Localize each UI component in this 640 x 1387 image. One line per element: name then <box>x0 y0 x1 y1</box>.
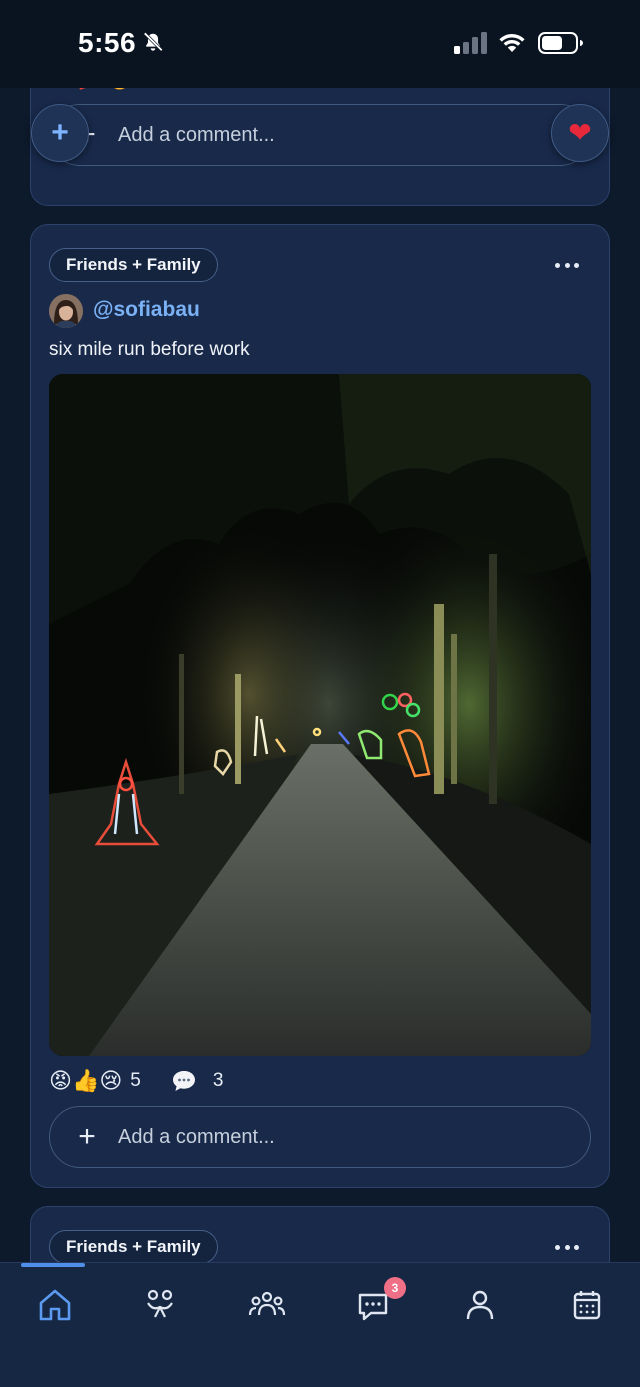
home-icon <box>39 1289 71 1321</box>
audience-badge[interactable]: Friends + Family <box>49 1230 218 1262</box>
post-caption: six mile run before work <box>49 339 250 360</box>
heart-icon: ❤ <box>568 117 592 148</box>
wifi-icon <box>499 34 525 52</box>
friends-icon <box>147 1289 173 1318</box>
post-photo[interactable] <box>49 374 591 1056</box>
comment-bubble-icon <box>172 1071 195 1091</box>
post-card-next: Friends + Family <box>30 1206 610 1262</box>
clapping-emoji: 👏 <box>51 88 78 92</box>
comment-bubble-icon <box>182 88 208 90</box>
messages-badge: 3 <box>384 1277 406 1299</box>
nav-friends[interactable] <box>140 1285 180 1325</box>
audience-badge[interactable]: Friends + Family <box>49 248 218 282</box>
hundred-emoji: 💯 <box>78 88 105 92</box>
comment-count: 2 <box>224 88 235 89</box>
cellular-signal-icon <box>454 32 487 54</box>
add-comment-input[interactable]: + Add a comment... <box>49 1106 591 1168</box>
reaction-count: 7 <box>141 88 152 89</box>
thumbs-up-emoji: 👍 <box>71 1068 100 1093</box>
avatar[interactable] <box>49 294 83 328</box>
bottom-nav: 3 <box>0 1262 640 1387</box>
groups-icon <box>248 1291 286 1316</box>
more-options-icon[interactable] <box>555 263 579 271</box>
post-card-previous: 👏 💯 🔥 7 2 + Add a comment... <box>30 88 610 206</box>
battery-icon <box>538 32 583 54</box>
profile-icon <box>466 1290 494 1320</box>
post-card: Friends + Family @sofiabau six mile run … <box>30 224 610 1188</box>
angry-emoji: 😡 <box>49 1068 72 1093</box>
add-comment-input[interactable]: + Add a comment... <box>49 104 591 166</box>
active-tab-indicator <box>21 1263 85 1267</box>
nav-groups[interactable] <box>247 1285 287 1325</box>
status-time: 5:56 <box>78 27 137 58</box>
like-button[interactable]: ❤ <box>551 104 609 162</box>
reaction-summary[interactable]: 😡 👍 😢 5 3 <box>49 1067 253 1095</box>
create-post-button[interactable]: + <box>31 104 89 162</box>
nav-profile[interactable] <box>460 1285 500 1325</box>
comment-count: 3 <box>212 1070 224 1091</box>
fire-emoji: 🔥 <box>106 88 133 92</box>
feed[interactable]: 👏 💯 🔥 7 2 + Add a comment... + ❤ <box>0 88 640 1262</box>
more-options-icon[interactable] <box>555 1245 579 1253</box>
reaction-summary[interactable]: 👏 💯 🔥 7 2 <box>51 88 264 92</box>
nav-calendar[interactable] <box>567 1285 607 1325</box>
app-screen: 5:56 👏 💯 <box>0 0 640 1387</box>
comment-placeholder: Add a comment... <box>118 123 275 146</box>
night-trail-holiday-lights-photo <box>49 374 591 1056</box>
nav-home[interactable] <box>35 1285 75 1325</box>
plus-icon: + <box>51 116 69 149</box>
bell-muted-icon <box>143 32 163 52</box>
reaction-count: 5 <box>130 1070 141 1091</box>
calendar-icon <box>573 1291 601 1320</box>
crying-emoji: 😢 <box>99 1068 123 1093</box>
status-bar: 5:56 <box>0 0 640 88</box>
username-link[interactable]: @sofiabau <box>93 298 200 322</box>
comment-placeholder: Add a comment... <box>118 1125 275 1148</box>
plus-icon: + <box>78 1120 96 1153</box>
